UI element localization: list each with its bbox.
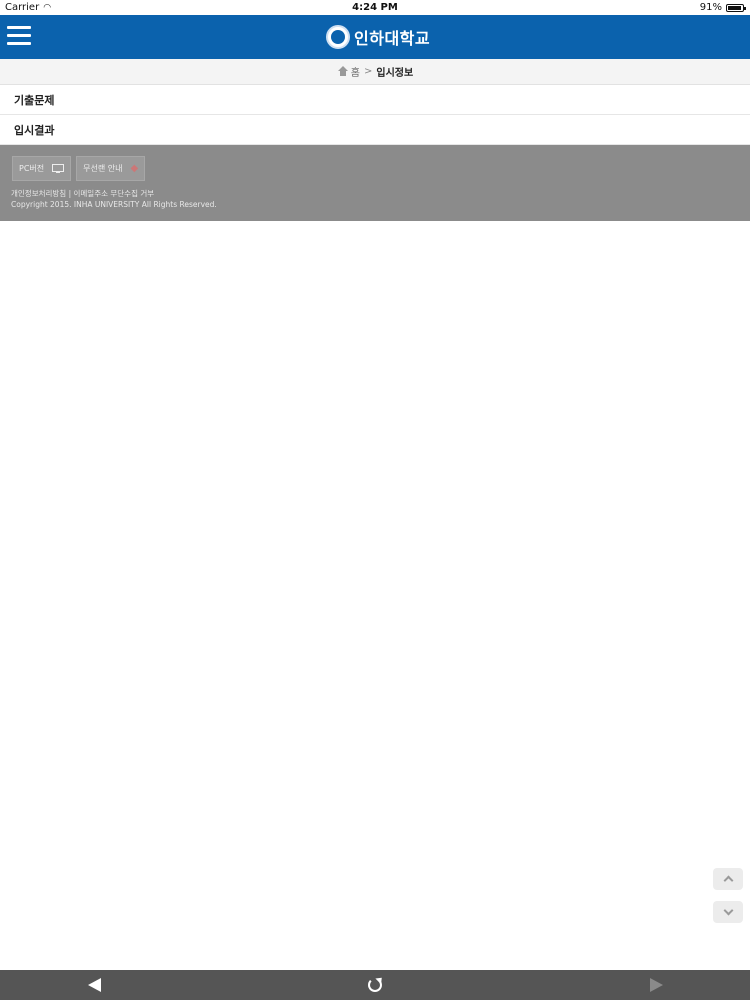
bottom-toolbar [0, 970, 750, 1000]
status-bar: Carrier ◠ 4:24 PM 91% [0, 0, 750, 15]
wifi-icon: ◆ [130, 163, 139, 174]
forward-button[interactable] [636, 970, 676, 1000]
list-item-past-exams[interactable]: 기출문제 [0, 85, 750, 115]
battery-fill [728, 5, 741, 10]
page: Carrier ◠ 4:24 PM 91% 인하대학교 홈 > 입시정보 기출문… [0, 0, 750, 1000]
app-header: 인하대학교 [0, 15, 750, 59]
list-item-admission-results[interactable]: 입시결과 [0, 115, 750, 145]
home-icon [337, 66, 349, 77]
breadcrumb-current: 입시정보 [376, 68, 414, 79]
list-item-label: 기출문제 [14, 93, 55, 107]
menu-list: 기출문제 입시결과 [0, 85, 750, 145]
back-arrow-icon [87, 978, 101, 992]
copyright: Copyright 2015. INHA UNIVERSITY All Righ… [11, 200, 217, 209]
wireless-label: 무선랜 안내 [83, 164, 123, 173]
battery-percent: 91% [699, 2, 722, 13]
breadcrumb-home-label: 홈 [350, 68, 360, 79]
back-button[interactable] [74, 970, 114, 1000]
menu-button[interactable] [7, 26, 31, 48]
seal-inner [331, 30, 345, 44]
status-right: 91% [699, 2, 746, 13]
breadcrumb-home[interactable]: 홈 [337, 64, 360, 79]
clock: 4:24 PM [352, 2, 398, 13]
logo-text: 인하대학교 [354, 29, 431, 48]
chevron-down-icon [723, 905, 733, 916]
monitor-icon [52, 163, 65, 174]
scroll-top-button[interactable] [713, 868, 743, 890]
breadcrumb: 홈 > 입시정보 [0, 59, 750, 85]
footer: PC버전 무선랜 안내 ◆ 개인정보처리방침 | 이메일주소 무단수집 거부 C… [0, 145, 750, 221]
forward-arrow-icon [649, 978, 663, 992]
pc-version-button[interactable]: PC버전 [12, 156, 72, 181]
breadcrumb-separator: > [364, 66, 373, 77]
hamburger-icon [7, 26, 31, 29]
list-item-label: 입시결과 [14, 123, 55, 137]
footer-text: 개인정보처리방침 | 이메일주소 무단수집 거부 Copyright 2015.… [11, 188, 217, 210]
reload-button[interactable] [355, 970, 395, 1000]
battery-icon [726, 3, 746, 12]
hamburger-line [7, 34, 31, 37]
policy-links[interactable]: 개인정보처리방침 | 이메일주소 무단수집 거부 [11, 188, 217, 199]
chevron-up-icon [723, 875, 733, 886]
hamburger-line [7, 42, 31, 45]
reload-icon [368, 978, 382, 992]
pc-version-label: PC버전 [19, 164, 45, 173]
university-seal-icon [326, 25, 350, 49]
scroll-bottom-button[interactable] [713, 901, 743, 923]
university-logo[interactable]: 인하대학교 [326, 23, 430, 51]
footer-buttons: PC버전 무선랜 안내 ◆ [12, 156, 146, 181]
wireless-info-button[interactable]: 무선랜 안내 ◆ [76, 156, 146, 181]
